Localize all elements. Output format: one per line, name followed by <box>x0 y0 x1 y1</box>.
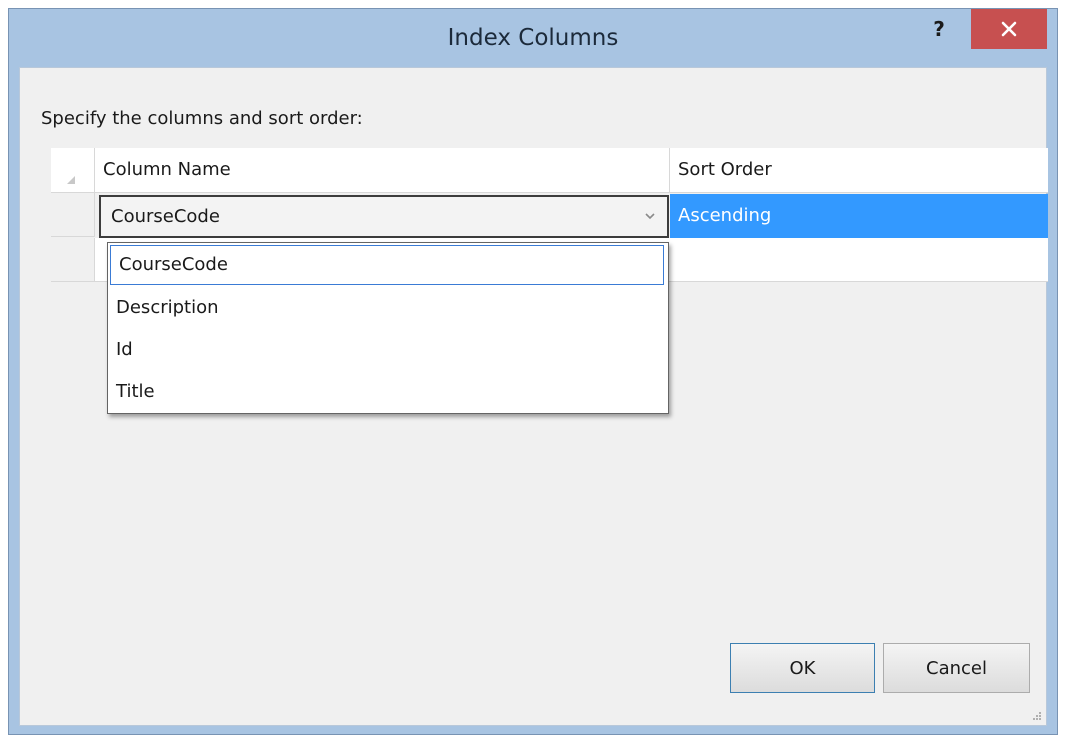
dropdown-option-description[interactable]: Description <box>108 287 668 329</box>
dialog-window: Index Columns ? Specify the columns and … <box>8 8 1058 735</box>
grid-header: Column Name Sort Order <box>51 148 1048 193</box>
resize-grip-icon[interactable] <box>1030 709 1042 721</box>
row-selector[interactable] <box>51 193 95 237</box>
column-header-sort-order[interactable]: Sort Order <box>670 148 1048 192</box>
column-name-dropdown-list: CourseCode Description Id Title <box>107 242 669 414</box>
row-selector[interactable] <box>51 238 95 282</box>
chevron-down-icon[interactable] <box>643 209 657 223</box>
close-button[interactable] <box>971 9 1047 49</box>
title-bar[interactable]: Index Columns ? <box>9 9 1057 67</box>
cancel-button[interactable]: Cancel <box>883 643 1030 693</box>
select-all-cell[interactable] <box>51 148 95 192</box>
close-icon <box>1001 21 1017 37</box>
dialog-body: Specify the columns and sort order: Colu… <box>19 67 1048 726</box>
column-header-column-name[interactable]: Column Name <box>95 148 670 192</box>
column-name-combobox[interactable]: CourseCode <box>99 195 669 238</box>
window-title: Index Columns <box>447 25 619 51</box>
help-button[interactable]: ? <box>909 9 969 49</box>
sort-order-cell[interactable]: Ascending <box>670 194 1048 238</box>
index-columns-grid: Column Name Sort Order CourseCode Ascend… <box>51 148 1048 414</box>
dropdown-option-coursecode[interactable]: CourseCode <box>110 245 664 285</box>
dropdown-option-id[interactable]: Id <box>108 329 668 371</box>
instruction-label: Specify the columns and sort order: <box>41 108 363 129</box>
ok-button[interactable]: OK <box>730 643 875 693</box>
dropdown-option-title[interactable]: Title <box>108 371 668 413</box>
corner-triangle-icon <box>67 176 75 184</box>
combobox-value: CourseCode <box>111 206 220 227</box>
